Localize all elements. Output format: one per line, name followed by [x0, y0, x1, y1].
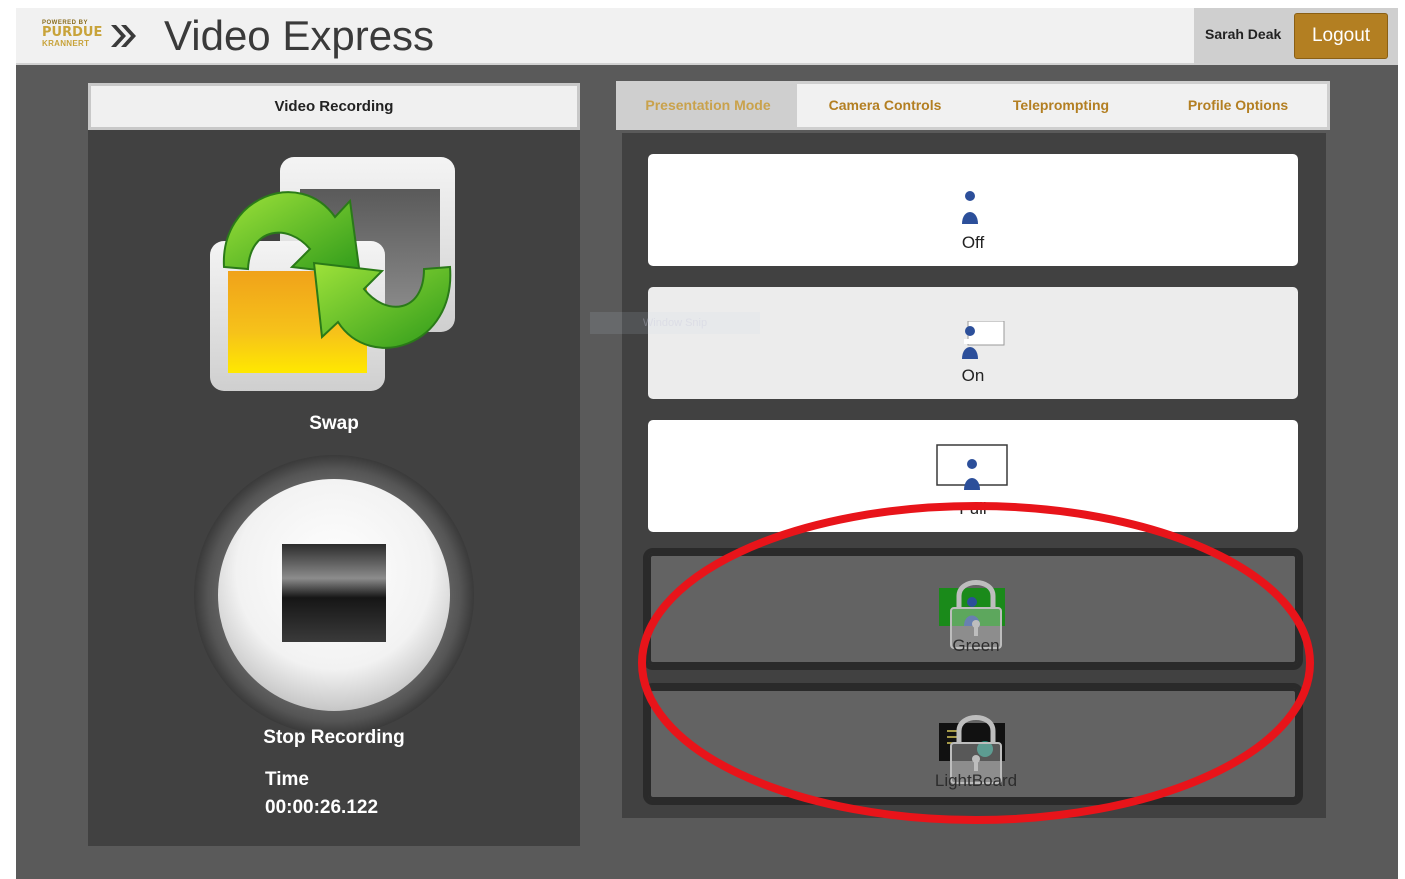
tab-presentation-mode[interactable]: Presentation Mode — [619, 84, 797, 127]
swap-button[interactable] — [210, 157, 460, 397]
stop-recording-button[interactable] — [194, 455, 474, 735]
purdue-krannert-logo: POWERED BY PURDUE KRANNERT — [42, 18, 137, 54]
stop-recording-label: Stop Recording — [263, 727, 405, 748]
user-name: Sarah Deak — [1205, 26, 1282, 42]
logo-purdue: PURDUE — [42, 25, 103, 40]
logo-krannert: KRANNERT — [42, 39, 90, 48]
swap-label: Swap — [309, 413, 359, 434]
app-title: Video Express — [164, 12, 435, 59]
mode-off-button[interactable]: Off — [648, 154, 1298, 266]
tab-teleprompting[interactable]: Teleprompting — [973, 84, 1149, 127]
video-recording-panel: Video Recording Swap Stop Recording Time… — [88, 83, 580, 846]
mode-off-label: Off — [961, 233, 985, 252]
tab-video-recording[interactable]: Video Recording — [88, 83, 580, 130]
settings-tab-bar: Presentation Mode Camera Controls Telepr… — [616, 81, 1330, 130]
tab-profile-options[interactable]: Profile Options — [1149, 84, 1327, 127]
header-bar: POWERED BY PURDUE KRANNERT Video Express… — [16, 8, 1398, 65]
mode-on-button[interactable]: On — [648, 287, 1298, 399]
mode-on-label: On — [961, 366, 985, 385]
window-snip-watermark: Window Snip — [590, 312, 760, 334]
person-icon — [962, 191, 978, 224]
person-full-frame-icon — [936, 444, 1008, 490]
stop-icon — [194, 455, 474, 735]
person-with-window-icon — [962, 321, 1005, 359]
time-label: Time — [265, 769, 310, 790]
user-block: Sarah Deak Logout — [1194, 8, 1398, 65]
time-value: 00:00:26.122 — [265, 797, 379, 818]
chevron-right-icon — [111, 25, 136, 47]
swap-icon — [210, 157, 455, 391]
red-annotation-ellipse — [638, 502, 1314, 824]
logout-button[interactable]: Logout — [1294, 13, 1388, 59]
tab-camera-controls[interactable]: Camera Controls — [797, 84, 973, 127]
